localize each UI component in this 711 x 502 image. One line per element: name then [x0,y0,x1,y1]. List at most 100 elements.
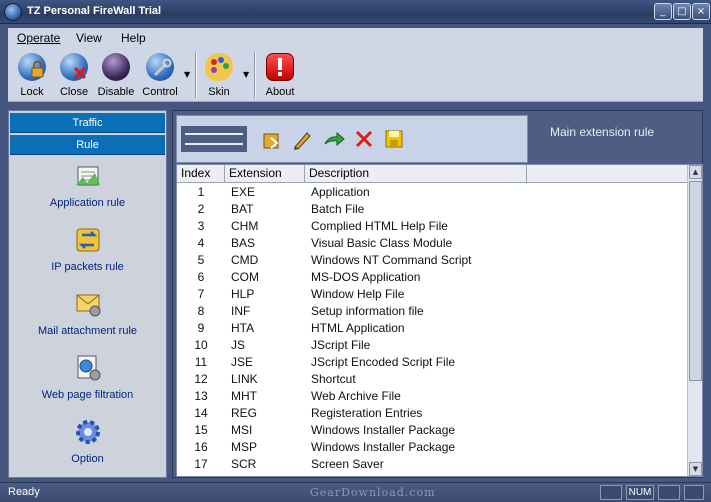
tab-traffic[interactable]: Traffic [10,113,165,133]
app-icon[interactable] [4,3,22,21]
row-description: Registeration Entries [311,406,423,420]
row-index: 1 [197,185,205,199]
skin-button[interactable]: Skin [200,50,238,100]
row-index: 2 [197,202,205,216]
row-index: 6 [197,270,205,284]
table-row[interactable]: 3 CHM Complied HTML Help File [177,218,687,235]
table-row[interactable]: 13 MHT Web Archive File [177,388,687,405]
web-filter-icon [73,353,103,383]
row-extension: MSP [231,440,258,454]
menu-bar: Operate View Help [8,28,703,48]
row-description: Windows Installer Package [311,423,456,437]
main-toolbar: Lock Close Disable Control ▼ Skin ▼ Abou… [8,48,703,102]
row-description: Web Archive File [311,389,401,403]
status-panel-empty-3 [684,485,704,500]
row-description: Windows Installer Package [311,440,456,454]
row-description: Shortcut [311,372,356,386]
delete-icon[interactable] [353,128,375,150]
close-window-button[interactable]: × [692,3,710,20]
table-row[interactable]: 6 COM MS-DOS Application [177,269,687,286]
save-icon[interactable] [383,128,405,150]
close-button[interactable]: Close [54,50,94,100]
toolbar-separator [195,52,197,98]
table-row[interactable]: 7 HLP Window Help File [177,286,687,303]
disable-orb-icon [102,53,130,81]
sidebar-item-application-rule[interactable]: Application rule [9,161,166,223]
table-row[interactable]: 15 MSI Windows Installer Package [177,422,687,439]
tab-rule[interactable]: Rule [10,135,165,155]
row-description: Application [311,185,370,199]
row-extension: JSE [231,355,254,369]
menu-operate[interactable]: Operate [17,31,60,45]
title-bar[interactable]: TZ Personal FireWall Trial _ □ × [0,0,711,24]
row-extension: BAS [231,236,256,250]
vertical-scrollbar[interactable]: ▲ ▼ [687,165,702,476]
control-dropdown-arrow[interactable]: ▼ [184,70,190,79]
status-num: NUM [626,485,654,500]
watermark: GearDownload.com [310,486,436,499]
row-description: Complied HTML Help File [311,219,448,233]
lock-button[interactable]: Lock [12,50,52,100]
menu-help[interactable]: Help [121,31,146,45]
row-extension: HLP [231,287,255,301]
gear-icon [73,417,103,447]
table-row[interactable]: 16 MSP Windows Installer Package [177,439,687,456]
window-title: TZ Personal FireWall Trial [27,5,162,17]
table-row[interactable]: 9 HTA HTML Application [177,320,687,337]
row-description: Screen Saver [311,457,384,471]
row-extension: BAT [231,202,254,216]
table-row[interactable]: 8 INF Setup information file [177,303,687,320]
forward-icon[interactable] [323,128,345,150]
disable-button[interactable]: Disable [96,50,136,100]
ip-packets-icon [73,225,103,255]
table-row[interactable]: 17 SCR Screen Saver [177,456,687,473]
row-description: Setup information file [311,304,424,318]
open-icon[interactable] [261,128,283,150]
skin-dropdown-arrow[interactable]: ▼ [243,70,249,79]
disable-label: Disable [97,86,135,98]
table-row[interactable]: 5 CMD Windows NT Command Script [177,252,687,269]
sidebar-item-mail-attachment-rule[interactable]: Mail attachment rule [9,289,166,351]
menu-operate-label: Operate [17,31,61,45]
table-row[interactable]: 4 BAS Visual Basic Class Module [177,235,687,252]
row-index: 14 [194,406,208,420]
table-row[interactable]: 11 JSE JScript Encoded Script File [177,354,687,371]
row-description: JScript Encoded Script File [311,355,456,369]
row-extension: HTA [231,321,255,335]
scroll-thumb[interactable] [689,181,702,381]
sidebar: Traffic Rule Application rule IP packets… [8,110,167,478]
table-row[interactable]: 12 LINK Shortcut [177,371,687,388]
table-row[interactable]: 1 EXE Application [177,184,687,201]
column-index[interactable]: Index [177,165,225,183]
sidebar-item-option[interactable]: Option [9,417,166,479]
table-row[interactable]: 2 BAT Batch File [177,201,687,218]
sidebar-item-web-page-filtration[interactable]: Web page filtration [9,353,166,415]
control-button[interactable]: Control [138,50,182,100]
maximize-button[interactable]: □ [673,3,691,20]
row-description: MS-DOS Application [311,270,421,284]
app-window: TZ Personal FireWall Trial _ □ × Operate… [0,0,711,502]
row-extension: CHM [231,219,259,233]
lock-label: Lock [20,86,44,98]
extension-list[interactable]: Index Extension Description 1 EXE Applicat… [176,164,703,477]
about-alert-icon [266,53,294,81]
scroll-up-button[interactable]: ▲ [689,165,702,179]
menu-view[interactable]: View [76,31,102,45]
column-extension[interactable]: Extension [225,165,305,183]
table-row[interactable]: 10 JS JScript File [177,337,687,354]
sidebar-item-label: IP packets rule [51,261,124,273]
about-button[interactable]: About [260,50,300,100]
edit-icon[interactable] [291,128,313,150]
menu-help-label: Help [121,31,146,45]
row-extension: REG [231,406,258,420]
sidebar-item-ip-packets-rule[interactable]: IP packets rule [9,225,166,287]
row-extension: MSI [231,423,253,437]
content-panel: Main extension rule Index Extension Desc… [172,110,703,478]
row-index: 5 [197,253,205,267]
table-row[interactable]: 14 REG Registeration Entries [177,405,687,422]
column-description[interactable]: Description [305,165,527,183]
row-extension: CMD [231,253,259,267]
minimize-button[interactable]: _ [654,3,672,20]
scroll-down-button[interactable]: ▼ [689,462,702,476]
sidebar-item-label: Mail attachment rule [37,325,138,337]
